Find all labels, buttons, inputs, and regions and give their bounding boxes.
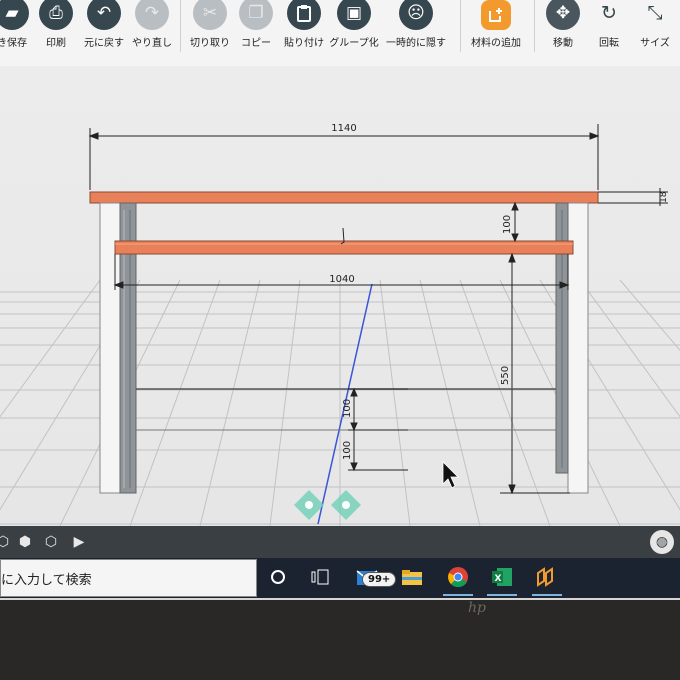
copy-icon: ❐ <box>239 0 273 30</box>
move-label: 移動 <box>553 38 573 49</box>
print-icon: ⎙ <box>39 0 73 30</box>
design-canvas[interactable]: 1140 18 100 1040 550 100 100 <box>0 66 680 526</box>
add-material-label: 材料の追加 <box>471 38 521 49</box>
dimension-lower-gaps <box>348 387 408 472</box>
middle-shelf <box>114 240 574 255</box>
view-cube-icon[interactable]: ⬡ <box>0 533 12 551</box>
hide-icon: ☹ <box>399 0 433 30</box>
copy-label: コピー <box>241 38 271 49</box>
resize-label: サイズ <box>640 38 670 49</box>
active-indicator <box>532 594 562 596</box>
resize-icon: ⤡ <box>647 2 663 24</box>
view-iso-icon[interactable]: ⬡ <box>42 533 60 551</box>
view-toolbar: ⬡ ⬢ ⬡ ▶ ◍ <box>0 526 680 558</box>
dimension-inner-width-label: 1040 <box>329 274 354 285</box>
laptop-brand-logo: hp <box>468 600 486 616</box>
top-board <box>89 191 599 204</box>
globe-icon[interactable]: ◍ <box>650 530 674 554</box>
svg-text:X: X <box>495 574 502 584</box>
dimension-top-thickness <box>598 188 668 206</box>
rotate-label: 回転 <box>599 38 619 49</box>
file-explorer-icon[interactable] <box>397 562 427 592</box>
print-label: 印刷 <box>46 38 66 49</box>
paste-icon <box>287 0 321 30</box>
dimension-lower-gap-2-label: 100 <box>342 441 353 460</box>
save-label: き保存 <box>0 38 27 49</box>
group-button[interactable]: ▣ グループ化 <box>324 0 384 60</box>
group-icon: ▣ <box>337 0 371 30</box>
camera-icon[interactable]: ▶ <box>70 533 88 551</box>
cortana-icon[interactable] <box>263 562 293 592</box>
dimension-shelf-gap-label: 100 <box>502 215 513 234</box>
dimension-total-width-label: 1140 <box>331 123 356 134</box>
add-material-icon <box>481 0 511 30</box>
move-handle-icon[interactable] <box>294 490 361 520</box>
group-label: グループ化 <box>329 38 379 49</box>
hide-label: 一時的に隠す <box>386 38 446 49</box>
undo-label: 元に戻す <box>84 38 124 49</box>
undo-icon: ↶ <box>87 0 121 30</box>
dimension-shelf-height-label: 550 <box>500 366 511 385</box>
mail-unread-badge: 99+ <box>362 572 397 587</box>
hide-button[interactable]: ☹ 一時的に隠す <box>386 0 446 60</box>
paste-label: 貼り付け <box>284 38 324 49</box>
cad-app-icon[interactable] <box>532 562 562 596</box>
resize-button[interactable]: ⤡ サイズ <box>625 0 680 60</box>
dimension-top-thickness-label: 18 <box>659 191 669 203</box>
screen: ▰ き保存 ⎙ 印刷 ↶ 元に戻す ↷ やり直し ✂ 切り取り ❐ コピー 貼り <box>0 0 680 600</box>
dimension-lower-gap-1-label: 100 <box>342 399 353 418</box>
search-input[interactable]: に入力して検索 <box>0 559 257 597</box>
chrome-icon[interactable] <box>443 562 473 596</box>
move-icon: ✥ <box>546 0 580 30</box>
cut-label: 切り取り <box>190 38 230 49</box>
redo-icon: ↷ <box>135 0 169 30</box>
excel-icon[interactable]: X <box>487 562 517 596</box>
rotate-icon: ↻ <box>601 2 617 24</box>
add-material-button[interactable]: 材料の追加 <box>466 0 526 60</box>
toolbar-divider <box>460 0 461 52</box>
redo-label: やり直し <box>132 38 172 49</box>
windows-taskbar: に入力して検索 X <box>0 558 680 598</box>
cut-icon: ✂ <box>193 0 227 30</box>
redo-button[interactable]: ↷ やり直し <box>122 0 182 60</box>
task-view-icon[interactable] <box>305 562 335 592</box>
mouse-cursor-icon <box>442 461 459 489</box>
3d-viewport[interactable]: 1140 18 100 1040 550 100 100 <box>0 66 680 526</box>
main-toolbar: ▰ き保存 ⎙ 印刷 ↶ 元に戻す ↷ やり直し ✂ 切り取り ❐ コピー 貼り <box>0 0 680 67</box>
view-front-icon[interactable]: ⬢ <box>16 533 34 551</box>
active-indicator <box>487 594 517 596</box>
save-icon: ▰ <box>0 0 29 30</box>
active-indicator <box>443 594 473 596</box>
search-placeholder: に入力して検索 <box>1 573 92 588</box>
